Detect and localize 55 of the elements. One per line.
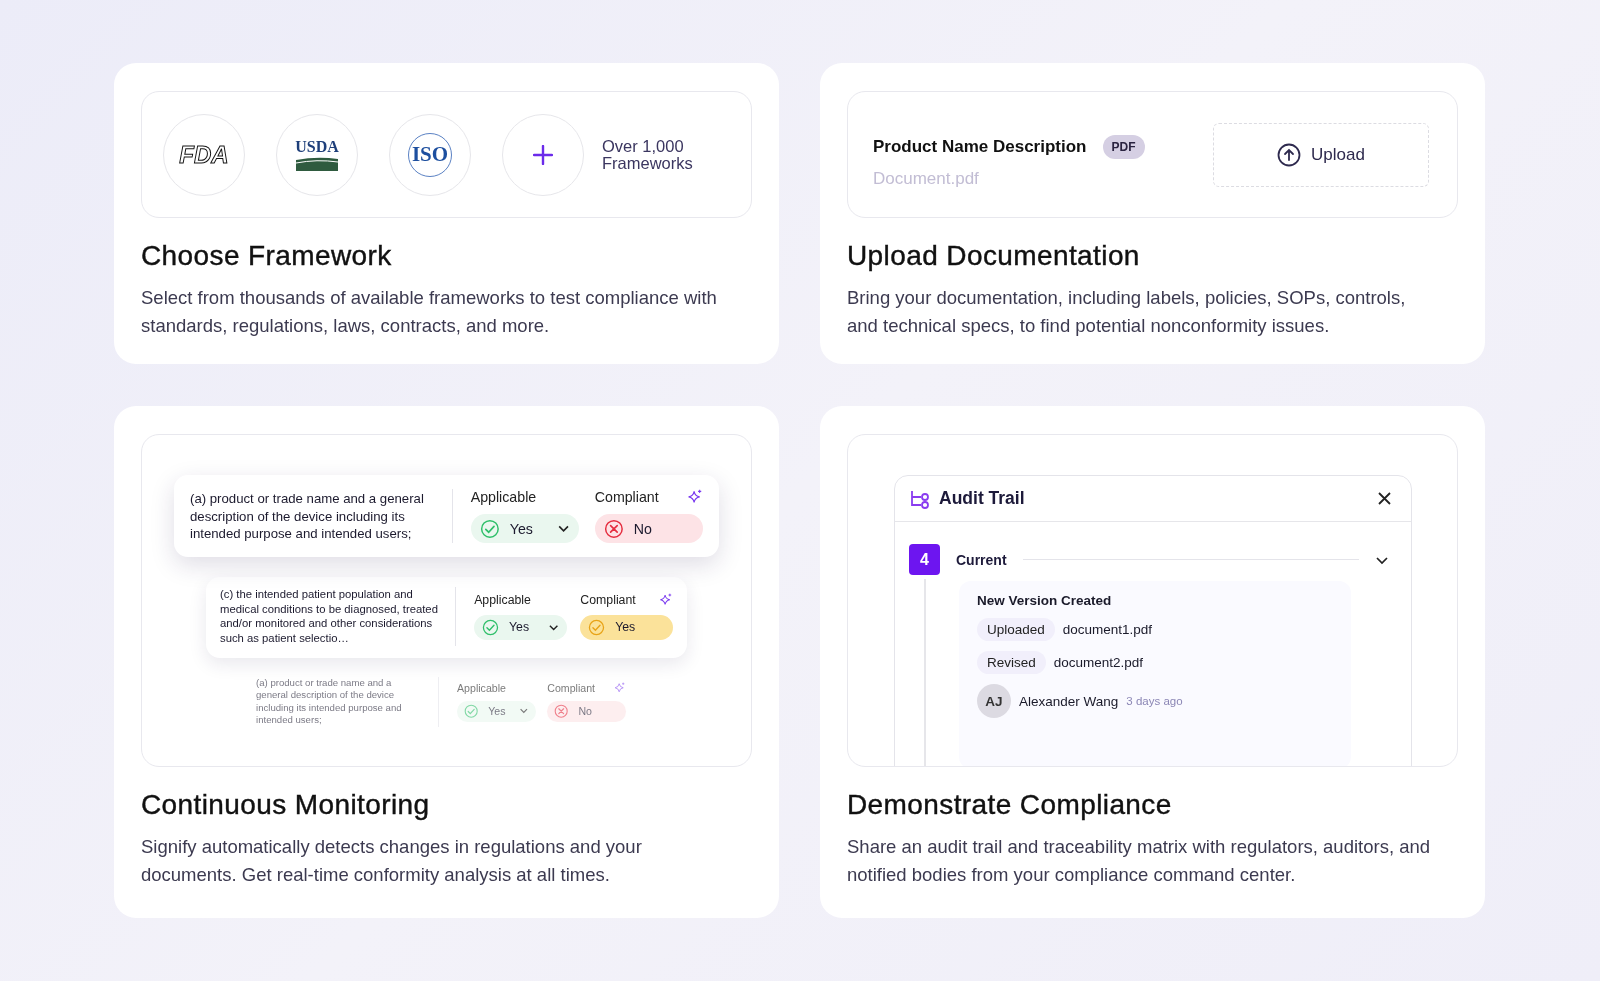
action-tag: Uploaded [977, 618, 1055, 641]
file-name: document2.pdf [1053, 655, 1144, 670]
column-label: Compliant [594, 489, 659, 505]
document-title: Product Name Description [873, 136, 1087, 157]
action-tag: Revised [977, 651, 1046, 674]
logo-text: USDA [295, 138, 339, 156]
check-circle-icon [482, 618, 499, 636]
card-title: Continuous Monitoring [141, 789, 431, 821]
upload-icon [1277, 142, 1302, 167]
file-type-badge: PDF [1102, 134, 1145, 159]
sparkle-icon [659, 593, 673, 607]
file-name: document1.pdf [1062, 622, 1153, 637]
clause-text: (a) product or trade name and a general description of the device including its intended purpose and intended users; [256, 677, 403, 727]
cross-circle-icon [604, 518, 624, 539]
upload-button[interactable]: Upload [1213, 122, 1429, 187]
applicable-select[interactable]: Yes [470, 514, 579, 544]
column-label: Applicable [474, 592, 532, 607]
applicable-select[interactable]: Yes [457, 700, 536, 722]
branch-icon [909, 488, 931, 509]
column-label: Compliant [580, 592, 636, 607]
card-description: Share an audit trail and traceability matrix with regulators, auditors, and notified bodies from your compliance command center. [847, 835, 1432, 887]
compliance-status: No [547, 700, 626, 722]
clause-text: (c) the intended patient population and medical conditions to be diagnosed, treated and/or monitored and other considerations such as patient selectio… [220, 587, 439, 646]
cross-circle-icon [554, 704, 569, 719]
user-avatar: AJ [977, 684, 1011, 718]
check-circle-icon [479, 518, 500, 539]
applicable-select[interactable]: Yes [474, 614, 567, 640]
sparkle-icon [687, 489, 703, 505]
card-title: Choose Framework [141, 240, 393, 272]
version-label: Current [956, 551, 1007, 568]
column-label: Applicable [457, 682, 507, 694]
card-description: Signify automatically detects changes in regulations and your documents. Get real-time conformity analysis at all times. [141, 835, 643, 887]
card-description: Select from thousands of available frameworks to test compliance with standards, regulations, laws, contracts, and more. [141, 286, 718, 338]
card-description: Bring your documentation, including labels, policies, SOPs, controls, and technical specs, to find potential nonconformity issues. [847, 286, 1407, 338]
event-title: New Version Created [977, 593, 1113, 608]
file-name: Document.pdf [873, 168, 980, 189]
plus-icon [533, 144, 553, 165]
check-circle-icon [588, 618, 606, 636]
column-label: Compliant [547, 682, 595, 694]
compliance-status: Yes [580, 614, 673, 640]
timestamp: 3 days ago [1126, 695, 1183, 707]
logo-text: FDA [179, 140, 229, 169]
panel-title: Audit Trail [939, 488, 1026, 509]
close-icon[interactable] [1378, 492, 1391, 505]
user-name: Alexander Wang [1019, 693, 1119, 709]
column-label: Applicable [470, 489, 538, 505]
check-circle-icon [463, 704, 479, 719]
card-title: Demonstrate Compliance [847, 789, 1173, 821]
sparkle-icon [614, 682, 626, 694]
compliance-status: No [594, 514, 703, 544]
card-title: Upload Documentation [847, 240, 1141, 272]
frameworks-count: Over 1,000 Frameworks [602, 137, 694, 172]
clause-text: (a) product or trade name and a general description of the device including its intended purpose and intended users; [190, 490, 425, 542]
version-number: 4 [909, 544, 940, 575]
field-icon [296, 156, 338, 171]
